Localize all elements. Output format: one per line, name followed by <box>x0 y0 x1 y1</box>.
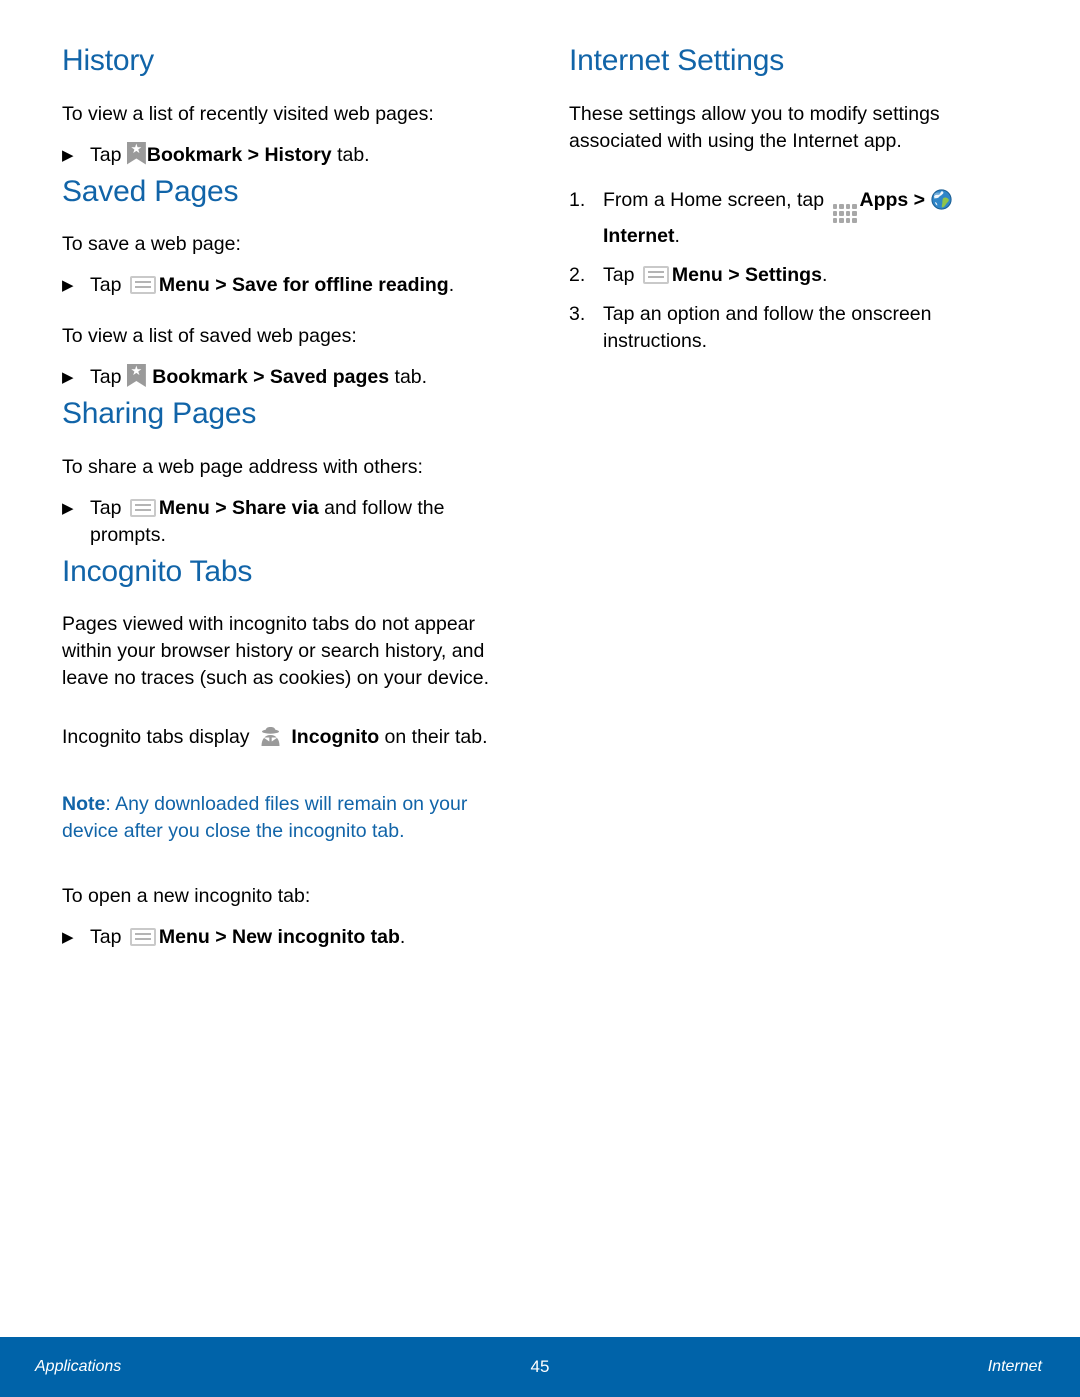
incognito-intro-2: To open a new incognito tab: <box>62 885 311 907</box>
left-column: History To view a list of recently visit… <box>0 0 495 957</box>
footer-section-label: Applications <box>35 1358 122 1375</box>
saved-pages-step-1-bold: Menu > Save for offline reading <box>158 274 449 296</box>
section-title-incognito-tabs: Incognito Tabs <box>62 554 253 588</box>
menu-icon <box>129 276 156 294</box>
step-1-trail: . <box>674 224 680 247</box>
tap-label: Tap <box>90 274 122 296</box>
bullet-arrow-icon: ▶ <box>62 929 74 946</box>
incognito-paragraph: Pages viewed with incognito tabs do not … <box>62 613 490 689</box>
incognito-display-trail: on their tab. <box>379 726 488 748</box>
step-3-text: Tap an option and follow the onscreen in… <box>603 302 932 352</box>
saved-pages-step-2-trail: tab. <box>389 366 428 388</box>
page-columns: History To view a list of recently visit… <box>0 0 1080 957</box>
menu-icon <box>642 265 669 284</box>
manual-page: History To view a list of recently visit… <box>0 0 1080 1397</box>
incognito-step-bold: Menu > New incognito tab <box>158 926 400 948</box>
internet-settings-paragraph: These settings allow you to modify setti… <box>569 102 940 152</box>
saved-pages-step-1-trail: . <box>448 274 455 296</box>
history-step: ▶ Tap ★ Bookmark > History tab. <box>62 141 495 169</box>
step-2-trail: . <box>821 263 828 286</box>
footer-topic-label: Internet <box>987 1358 1042 1375</box>
step-marker: 3. <box>569 302 586 325</box>
sharing-pages-intro: To share a web page address with others: <box>62 455 423 478</box>
step-1-bold-internet: Internet <box>603 224 675 247</box>
saved-pages-intro-2: To view a list of saved web pages: <box>62 325 357 347</box>
tap-label: Tap <box>90 366 122 388</box>
history-step-trail: tab. <box>331 143 370 166</box>
saved-pages-intro-1: To save a web page: <box>62 233 241 255</box>
saved-pages-step-2: ▶ Tap ★ Bookmark > Saved pages tab. <box>62 364 495 391</box>
tap-label: Tap <box>90 926 122 948</box>
step-marker: 1. <box>569 188 586 211</box>
incognito-step-text: Tap Menu > New incognito tab. <box>90 924 495 951</box>
menu-icon <box>129 928 156 946</box>
step-marker: 2. <box>569 263 586 286</box>
step-1-bold-apps: Apps > <box>859 188 926 211</box>
step-2-text: Tap Menu > Settings. <box>603 262 990 289</box>
saved-pages-step-1-text: Tap Menu > Save for offline reading. <box>90 272 495 299</box>
saved-pages-step-1: ▶ Tap Menu > Save for offline reading. <box>62 272 495 299</box>
note-text: : Any downloaded files will remain on yo… <box>62 793 468 842</box>
right-column: Internet Settings These settings allow y… <box>495 0 990 957</box>
internet-settings-step-3: 3. Tap an option and follow the onscreen… <box>569 301 990 355</box>
page-footer: Applications 45 Internet <box>0 1337 1080 1397</box>
bullet-arrow-icon: ▶ <box>62 369 74 386</box>
incognito-icon <box>261 727 280 746</box>
note-block: Note: Any downloaded files will remain o… <box>62 791 495 845</box>
globe-icon <box>930 188 952 210</box>
tap-label: Tap <box>90 143 122 166</box>
bullet-arrow-icon: ▶ <box>62 499 74 517</box>
incognito-display-line: Incognito tabs display Incognito on thei… <box>62 724 495 751</box>
bullet-arrow-icon: ▶ <box>62 277 74 294</box>
incognito-display-lead: Incognito tabs display <box>62 726 250 748</box>
step-2-bold: Menu > Settings <box>671 263 822 286</box>
section-title-history: History <box>62 44 154 77</box>
section-title-internet-settings: Internet Settings <box>569 44 785 77</box>
step-1-text: From a Home screen, tap Apps > Internet. <box>603 187 990 250</box>
sharing-pages-step-text: Tap Menu > Share via and follow the prom… <box>90 495 495 549</box>
history-intro: To view a list of recently visited web p… <box>62 102 434 125</box>
history-step-text: Tap ★ Bookmark > History tab. <box>90 141 495 169</box>
internet-settings-step-1: 1. From a Home screen, tap Apps > Intern… <box>569 187 990 250</box>
apps-grid-icon <box>832 203 857 223</box>
sharing-pages-step: ▶ Tap Menu > Share via and follow the pr… <box>62 495 495 549</box>
internet-settings-step-2: 2. Tap Menu > Settings. <box>569 262 990 289</box>
history-step-bold: Bookmark > History <box>146 143 332 166</box>
footer-page-number: 45 <box>530 1357 550 1376</box>
bullet-arrow-icon: ▶ <box>62 146 74 164</box>
note-label: Note <box>62 793 106 815</box>
saved-pages-step-2-bold: Bookmark > Saved pages <box>152 366 390 388</box>
incognito-bold: Incognito <box>291 726 380 748</box>
incognito-step-trail: . <box>399 926 406 948</box>
step-2-lead: Tap <box>603 263 635 286</box>
incognito-step: ▶ Tap Menu > New incognito tab. <box>62 924 495 951</box>
bookmark-icon: ★ <box>126 141 146 165</box>
section-title-saved-pages: Saved Pages <box>62 174 239 208</box>
tap-label: Tap <box>90 496 122 519</box>
sharing-pages-step-bold: Menu > Share via <box>158 496 319 519</box>
saved-pages-step-2-text: Tap ★ Bookmark > Saved pages tab. <box>90 364 495 391</box>
section-title-sharing-pages: Sharing Pages <box>62 397 257 430</box>
bookmark-icon: ★ <box>126 364 146 387</box>
menu-icon <box>129 498 156 517</box>
step-1-lead: From a Home screen, tap <box>603 188 825 211</box>
